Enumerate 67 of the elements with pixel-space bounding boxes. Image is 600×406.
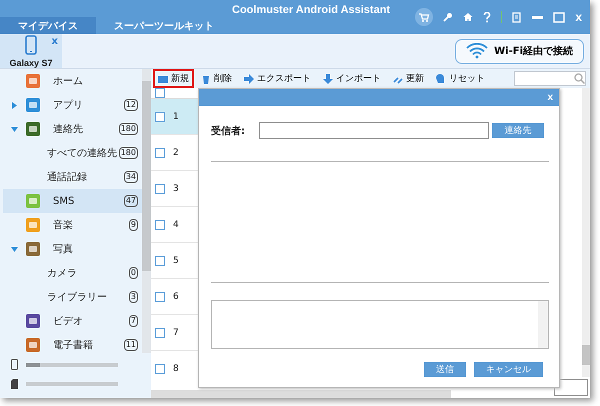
sidebar-subitem[interactable]: すべての連絡先 180 bbox=[3, 141, 142, 165]
row-checkbox[interactable] bbox=[155, 364, 165, 374]
search-icon bbox=[574, 73, 585, 84]
shopping-cart-icon[interactable] bbox=[415, 8, 434, 26]
recipient-field[interactable] bbox=[259, 122, 489, 139]
minimize-icon[interactable] bbox=[532, 16, 544, 18]
sidebar-item[interactable]: SMS 47 bbox=[3, 189, 142, 213]
delete-icon bbox=[201, 74, 211, 84]
message-field[interactable] bbox=[211, 300, 549, 349]
row-number: 8 bbox=[173, 364, 179, 374]
toolbar-button[interactable]: インポート bbox=[318, 69, 386, 88]
feedback-icon[interactable] bbox=[512, 12, 522, 22]
row-checkbox[interactable] bbox=[155, 148, 165, 158]
phone-icon bbox=[25, 35, 37, 55]
collapsed-triangle-icon[interactable] bbox=[10, 102, 18, 108]
row-checkbox[interactable] bbox=[155, 328, 165, 338]
sidebar-item[interactable]: 連絡先 180 bbox=[3, 117, 142, 141]
row-checkbox[interactable] bbox=[155, 292, 165, 302]
sidebar-item[interactable]: ホーム bbox=[3, 69, 142, 93]
row-checkbox[interactable] bbox=[155, 256, 165, 266]
expanded-triangle-icon[interactable] bbox=[10, 126, 18, 132]
vertical-scrollbar[interactable] bbox=[582, 88, 590, 377]
tab[interactable]: マイデバイス bbox=[0, 17, 96, 34]
toolbar-button[interactable]: 更新 bbox=[388, 69, 429, 88]
sidebar-subitem[interactable]: カメラ 0 bbox=[3, 261, 142, 285]
sidebar-item[interactable]: 音楽 9 bbox=[3, 213, 142, 237]
select-all-checkbox[interactable] bbox=[155, 88, 165, 98]
toolbar-button[interactable]: リセット bbox=[431, 69, 490, 88]
row-number: 6 bbox=[173, 292, 179, 302]
row-number: 2 bbox=[173, 148, 179, 158]
row-number: 1 bbox=[173, 112, 179, 122]
row-number: 5 bbox=[173, 256, 179, 266]
maximize-icon[interactable] bbox=[553, 12, 566, 22]
row-checkbox[interactable] bbox=[155, 112, 165, 122]
export-icon bbox=[244, 74, 254, 84]
sidebar-subitem[interactable]: ライブラリー 3 bbox=[3, 285, 142, 309]
toolbar-button[interactable]: エクスポート bbox=[239, 69, 316, 88]
input-field[interactable] bbox=[554, 379, 588, 396]
vertical-scrollbar[interactable] bbox=[142, 69, 151, 353]
new-icon bbox=[158, 74, 168, 84]
horizontal-scrollbar[interactable] bbox=[151, 390, 451, 398]
device-tab[interactable]: x Galaxy S7 bbox=[0, 34, 62, 68]
row-checkbox[interactable] bbox=[155, 184, 165, 194]
import-icon bbox=[323, 74, 333, 84]
phone-icon bbox=[11, 359, 18, 370]
search-field[interactable] bbox=[514, 71, 586, 86]
memory-card-icon bbox=[11, 379, 18, 389]
sidebar-item[interactable]: 写真 bbox=[3, 237, 142, 261]
key-icon[interactable] bbox=[443, 12, 454, 22]
recipient-label: 受信者: bbox=[211, 124, 246, 138]
toolbar-button[interactable]: 削除 bbox=[196, 69, 237, 88]
expanded-triangle-icon[interactable] bbox=[10, 246, 18, 252]
window-title: Coolmuster Android Assistant bbox=[232, 3, 390, 16]
toolbar-button[interactable]: 新規 bbox=[153, 69, 194, 88]
help-icon[interactable] bbox=[483, 12, 492, 22]
row-number: 7 bbox=[173, 328, 179, 338]
wifi-icon bbox=[466, 43, 488, 59]
row-checkbox[interactable] bbox=[155, 220, 165, 230]
wifi-connect-button[interactable]: Wi-Fi経由で接続 bbox=[455, 38, 584, 64]
sidebar-item[interactable]: 電子書籍 11 bbox=[3, 333, 142, 353]
row-number: 3 bbox=[173, 184, 179, 194]
device-name: Galaxy S7 bbox=[9, 58, 53, 68]
sidebar-item[interactable]: アプリ 12 bbox=[3, 93, 142, 117]
sidebar-subitem[interactable]: 通話記録 34 bbox=[3, 165, 142, 189]
sidebar-item[interactable]: ビデオ 7 bbox=[3, 309, 142, 333]
list-row[interactable]: 1 bbox=[151, 99, 198, 135]
row-number: 4 bbox=[173, 220, 179, 230]
